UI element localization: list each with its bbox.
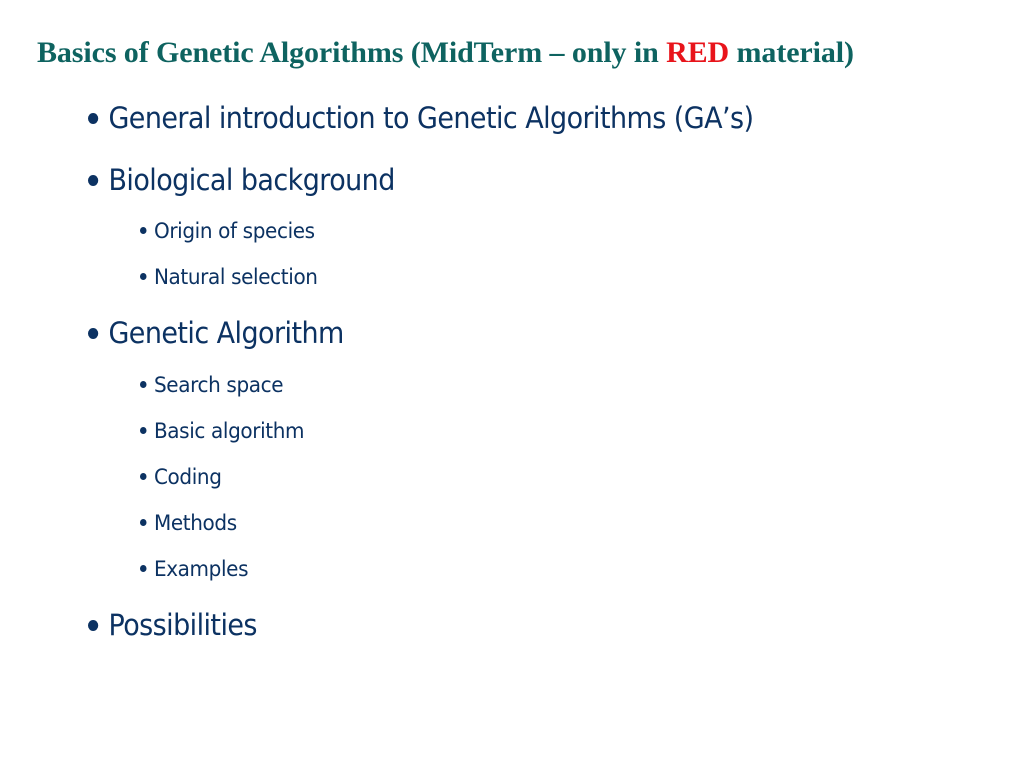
bullet-icon: [140, 472, 147, 480]
bullet-text: Methods: [153, 511, 237, 536]
bullet-icon: [140, 426, 147, 434]
bullet-icon: [140, 226, 147, 234]
bullet-icon: [88, 619, 99, 631]
bullet-item-genetic-algorithm: Genetic Algorithm: [88, 316, 344, 350]
bullet-text: Search space: [153, 373, 284, 398]
bullet-text: Coding: [153, 465, 222, 490]
sub-bullet-item-methods: Methods: [140, 511, 237, 536]
bullet-text: Possibilities: [108, 608, 257, 642]
sub-bullet-item-coding: Coding: [140, 465, 222, 490]
sub-bullet-item-search-space: Search space: [140, 373, 284, 398]
sub-bullet-item-origin-of-species: Origin of species: [140, 219, 315, 244]
slide: Basics of Genetic Algorithms (MidTerm – …: [0, 0, 1024, 768]
bullet-icon: [140, 380, 147, 388]
title-suffix: material): [729, 36, 854, 69]
bullet-text: General introduction to Genetic Algorith…: [108, 101, 754, 135]
title-prefix: Basics of Genetic Algorithms (MidTerm – …: [37, 36, 667, 69]
bullet-text: Origin of species: [153, 219, 315, 244]
bullet-icon: [88, 327, 99, 339]
slide-title: Basics of Genetic Algorithms (MidTerm – …: [37, 33, 854, 73]
bullet-text: Natural selection: [153, 265, 318, 290]
bullet-icon: [140, 564, 147, 572]
bullet-item-biological-background: Biological background: [88, 163, 395, 197]
bullet-icon: [88, 174, 99, 186]
bullet-icon: [88, 112, 99, 124]
sub-bullet-item-examples: Examples: [140, 557, 249, 582]
sub-bullet-item-basic-algorithm: Basic algorithm: [140, 419, 305, 444]
bullet-text: Examples: [153, 557, 249, 582]
bullet-text: Biological background: [108, 163, 395, 197]
bullet-text: Basic algorithm: [153, 419, 305, 444]
bullet-icon: [140, 518, 147, 526]
bullet-text: Genetic Algorithm: [108, 316, 344, 350]
title-highlight-red: RED: [666, 36, 730, 69]
bullet-item-general-introduction: General introduction to Genetic Algorith…: [88, 101, 754, 135]
bullet-icon: [140, 272, 147, 280]
bullet-item-possibilities: Possibilities: [88, 608, 257, 642]
sub-bullet-item-natural-selection: Natural selection: [140, 265, 318, 290]
